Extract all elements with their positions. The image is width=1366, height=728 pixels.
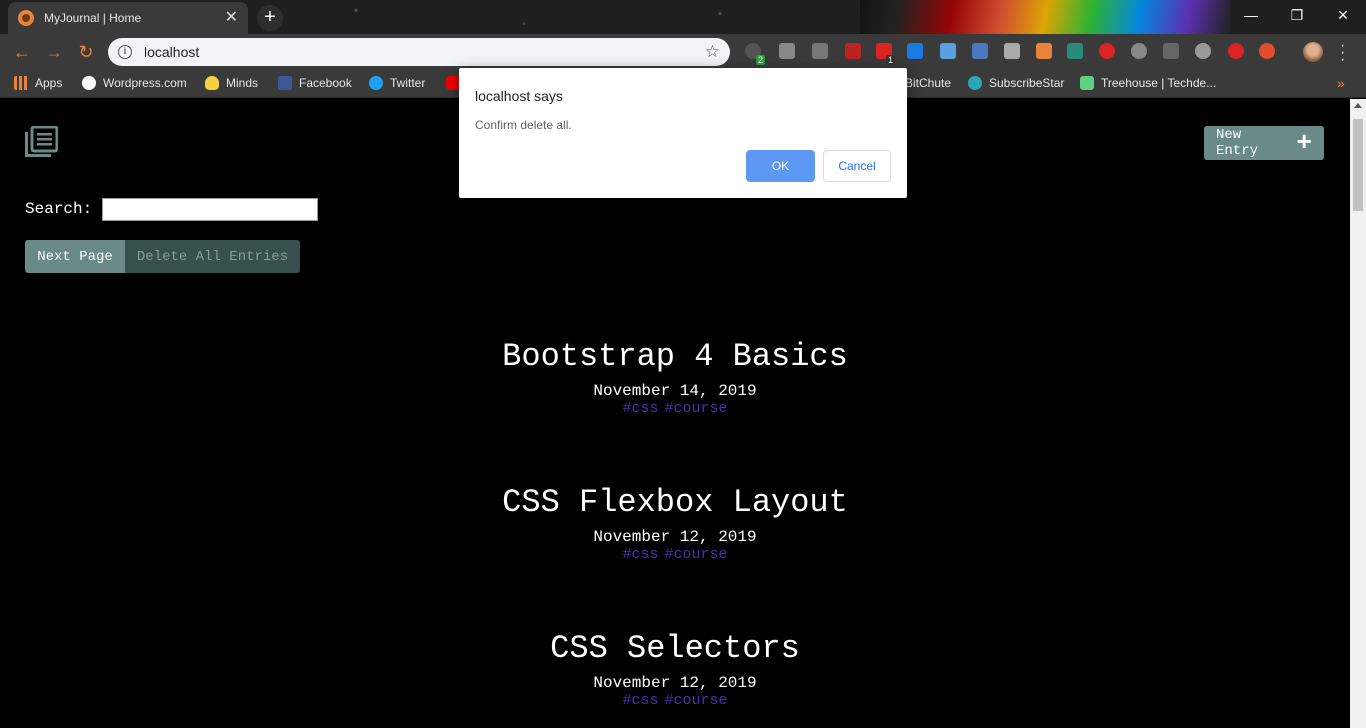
plus-icon: + bbox=[1296, 128, 1312, 158]
infinity-extension-icon[interactable] bbox=[1259, 43, 1275, 59]
image-extension-icon[interactable] bbox=[972, 43, 988, 59]
confirm-dialog: localhost says Confirm delete all. OK Ca… bbox=[459, 68, 907, 198]
bookmark-apps[interactable]: Apps bbox=[14, 76, 62, 90]
ok-button[interactable]: OK bbox=[746, 150, 815, 182]
journal-entry[interactable]: CSS Flexbox Layout November 12, 2019 #cs… bbox=[0, 485, 1350, 563]
treehouse-icon bbox=[1080, 76, 1094, 90]
entry-tags: #css #course bbox=[0, 401, 1350, 417]
entry-tags: #css #course bbox=[0, 693, 1350, 709]
journal-logo-icon[interactable] bbox=[24, 126, 58, 158]
page-scrollbar[interactable] bbox=[1350, 99, 1366, 728]
search-label: Search: bbox=[25, 200, 93, 218]
subscribestar-icon bbox=[968, 76, 982, 90]
tag-link[interactable]: #css bbox=[622, 692, 658, 709]
site-info-icon[interactable]: i bbox=[118, 45, 132, 59]
entry-date: November 12, 2019 bbox=[593, 528, 757, 546]
twitter-icon bbox=[369, 76, 383, 90]
tag-link[interactable]: #course bbox=[665, 400, 728, 417]
wrench-extension-icon[interactable] bbox=[1004, 43, 1020, 59]
browser-toolbar: ← → ↻ i localhost ☆ 2 1 · · · bbox=[0, 34, 1366, 70]
bookmark-star-icon[interactable]: ☆ bbox=[705, 42, 720, 62]
extension-badge: 1 bbox=[886, 55, 896, 65]
url-text[interactable]: localhost bbox=[144, 44, 705, 60]
bookmark-label: BitChute bbox=[905, 76, 952, 90]
window-close-button[interactable]: ✕ bbox=[1320, 0, 1366, 30]
bookmark-subscribestar[interactable]: SubscribeStar bbox=[968, 76, 1064, 90]
delete-all-button[interactable]: Delete All Entries bbox=[125, 240, 300, 273]
facebook-icon bbox=[278, 76, 292, 90]
entry-tags: #css #course bbox=[0, 547, 1350, 563]
new-entry-label: New Entry bbox=[1216, 127, 1259, 159]
extension-badge: 2 bbox=[756, 55, 766, 65]
bookmark-facebook[interactable]: Facebook bbox=[278, 76, 352, 90]
tag-link[interactable]: #css bbox=[622, 546, 658, 563]
oo-extension-icon[interactable] bbox=[1163, 43, 1179, 59]
bookmark-wordpress[interactable]: Wordpress.com bbox=[82, 76, 187, 90]
bookmark-label: SubscribeStar bbox=[989, 76, 1065, 90]
reload-button[interactable]: ↻ bbox=[74, 40, 98, 64]
profile-avatar[interactable] bbox=[1303, 42, 1323, 62]
fox-extension-icon[interactable] bbox=[1036, 43, 1052, 59]
bookmark-twitter[interactable]: Twitter bbox=[369, 76, 425, 90]
back-button[interactable]: ← bbox=[10, 40, 34, 64]
tag-link[interactable]: #css bbox=[622, 400, 658, 417]
entry-title[interactable]: CSS Flexbox Layout bbox=[0, 485, 1350, 521]
youtube-icon bbox=[446, 76, 460, 90]
theme-background bbox=[300, 0, 860, 34]
tab-close-icon[interactable]: ✕ bbox=[225, 10, 238, 26]
skype-extension-icon[interactable] bbox=[907, 43, 923, 59]
tag-link[interactable]: #course bbox=[665, 546, 728, 563]
wordpress-icon bbox=[82, 76, 96, 90]
address-bar[interactable]: i localhost ☆ bbox=[108, 38, 730, 66]
entry-title[interactable]: CSS Selectors bbox=[0, 631, 1350, 667]
scroll-up-icon[interactable] bbox=[1354, 103, 1362, 108]
browser-titlebar: MyJournal | Home ✕ + — ❐ ✕ bbox=[0, 0, 1366, 34]
s-extension-icon[interactable] bbox=[1067, 43, 1083, 59]
apps-grid-icon bbox=[14, 76, 28, 90]
bookmark-label: Facebook bbox=[299, 76, 352, 90]
bookmark-label: Apps bbox=[35, 76, 63, 90]
m-extension-icon[interactable] bbox=[1131, 43, 1147, 59]
tab-title: MyJournal | Home bbox=[44, 11, 142, 25]
globe-favicon-icon bbox=[18, 10, 34, 26]
new-entry-button[interactable]: New Entry + bbox=[1204, 126, 1324, 160]
minimize-button[interactable]: — bbox=[1228, 0, 1274, 30]
search-input[interactable] bbox=[102, 198, 318, 221]
entry-title[interactable]: Bootstrap 4 Basics bbox=[0, 339, 1350, 375]
forward-button[interactable]: → bbox=[42, 40, 66, 64]
entry-date: November 12, 2019 bbox=[593, 674, 757, 692]
ghost-extension-icon[interactable] bbox=[1228, 43, 1244, 59]
journal-entry[interactable]: Bootstrap 4 Basics November 14, 2019 #cs… bbox=[0, 339, 1350, 417]
lightbulb-icon bbox=[205, 76, 219, 90]
pdf-extension-icon[interactable] bbox=[845, 43, 861, 59]
dialog-message: Confirm delete all. bbox=[475, 118, 572, 132]
bookmarks-overflow-icon[interactable]: » bbox=[1337, 75, 1345, 91]
scrollbar-thumb[interactable] bbox=[1353, 119, 1363, 211]
bookmark-minds[interactable]: Minds bbox=[205, 76, 258, 90]
screenshot-extension-icon[interactable] bbox=[940, 43, 956, 59]
theme-rainbow bbox=[860, 0, 1230, 34]
browser-tab[interactable]: MyJournal | Home ✕ bbox=[8, 2, 248, 34]
restore-button[interactable]: ❐ bbox=[1274, 0, 1320, 30]
next-page-button[interactable]: Next Page bbox=[25, 240, 125, 273]
new-tab-button[interactable]: + bbox=[257, 5, 283, 31]
bookmark-label: Minds bbox=[226, 76, 259, 90]
tag-link[interactable]: #course bbox=[665, 692, 728, 709]
bookmark-treehouse[interactable]: Treehouse | Techde... bbox=[1080, 76, 1216, 90]
bookmark-label: Treehouse | Techde... bbox=[1101, 76, 1217, 90]
css-extension-icon[interactable] bbox=[812, 43, 828, 59]
bookmark-label: Twitter bbox=[390, 76, 426, 90]
adblock-extension-icon[interactable] bbox=[1099, 43, 1115, 59]
dialog-title: localhost says bbox=[475, 88, 563, 104]
chat-extension-icon[interactable] bbox=[1195, 43, 1211, 59]
bookmark-bitchute[interactable]: BitChute bbox=[905, 76, 951, 90]
entry-date: November 14, 2019 bbox=[593, 382, 757, 400]
browser-menu-icon[interactable]: · · · bbox=[1340, 38, 1345, 68]
journal-entry[interactable]: CSS Selectors November 12, 2019 #css #cou… bbox=[0, 631, 1350, 709]
bookmark-label: Wordpress.com bbox=[103, 76, 187, 90]
cancel-button[interactable]: Cancel bbox=[823, 150, 891, 182]
shield-extension-icon[interactable] bbox=[779, 43, 795, 59]
